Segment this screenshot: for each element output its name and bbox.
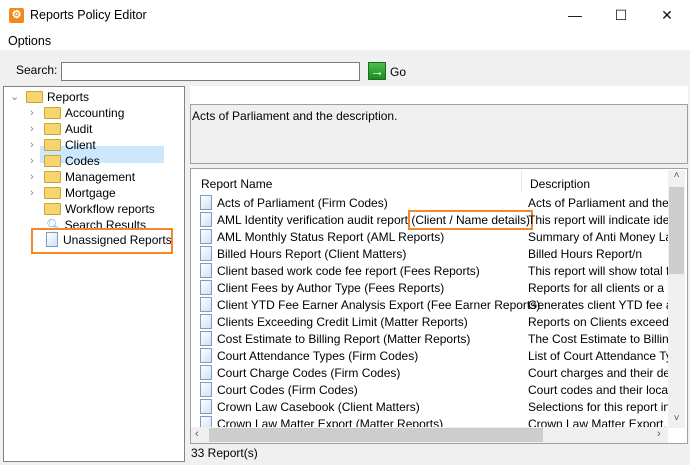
row-description: Generates client YTD fee amo	[528, 298, 669, 312]
chevron-right-icon[interactable]: ›	[30, 121, 34, 137]
document-icon	[200, 399, 212, 414]
highlight-box	[31, 228, 173, 254]
tree-node[interactable]: › Management	[30, 169, 135, 185]
table-row[interactable]: AML Identity verification audit report (…	[191, 210, 671, 230]
document-icon	[200, 246, 212, 261]
document-icon	[200, 229, 212, 244]
status-bar: 33 Report(s)	[191, 446, 258, 460]
document-icon	[200, 382, 212, 397]
description-text: Acts of Parliament and the description.	[192, 109, 398, 123]
column-header-report-name[interactable]: Report Name	[201, 177, 272, 191]
table-row[interactable]: Court Charge Codes (Firm Codes) Court cha…	[191, 365, 671, 382]
tree-node[interactable]: Workflow reports	[30, 201, 155, 217]
document-icon	[200, 280, 212, 295]
vertical-scroll-thumb[interactable]	[669, 187, 684, 274]
row-description: Court codes and their locatior	[528, 383, 669, 397]
document-icon	[200, 331, 212, 346]
row-description: Selections for this report inclu	[528, 400, 669, 414]
go-button[interactable]: Go	[390, 65, 406, 79]
report-list[interactable]: Report Name Description Acts of Parliame…	[190, 168, 688, 444]
search-input[interactable]	[61, 62, 360, 81]
minimize-button[interactable]: —	[552, 0, 598, 30]
document-icon	[200, 314, 212, 329]
menu-options[interactable]: Options	[8, 34, 51, 48]
tree-node[interactable]: › Mortgage	[30, 185, 116, 201]
folder-icon	[44, 123, 61, 135]
document-icon	[200, 365, 212, 380]
row-description: Summary of Anti Money Laun	[528, 230, 669, 244]
description-panel: Acts of Parliament and the description.	[190, 104, 688, 164]
document-icon	[200, 263, 212, 278]
chevron-down-icon[interactable]: ⌄	[10, 89, 19, 105]
table-row[interactable]: Client YTD Fee Earner Analysis Export (F…	[191, 297, 671, 314]
tree-node[interactable]: › Accounting	[30, 105, 124, 121]
folder-icon	[44, 139, 61, 151]
table-row[interactable]: Cost Estimate to Billing Report (Matter …	[191, 331, 671, 348]
table-row[interactable]: Court Codes (Firm Codes) Court codes and …	[191, 382, 671, 399]
table-row[interactable]: AML Monthly Status Report (AML Reports) S…	[191, 229, 671, 246]
row-description: Reports for all clients or a sele	[528, 281, 669, 295]
row-description: Billed Hours Report/n	[528, 247, 643, 261]
description-header	[190, 86, 688, 104]
table-row[interactable]: Crown Law Casebook (Client Matters) Selec…	[191, 399, 671, 416]
report-category: (Client / Name details)	[408, 210, 534, 230]
tree-node[interactable]: › Audit	[30, 121, 92, 137]
table-row[interactable]: Court Attendance Types (Firm Codes) List …	[191, 348, 671, 365]
menu-bar	[0, 30, 690, 50]
folder-icon	[26, 91, 43, 103]
document-icon	[200, 297, 212, 312]
document-icon	[200, 212, 212, 227]
vertical-scrollbar[interactable]: ˄ ˅	[668, 170, 685, 428]
scroll-left-icon[interactable]: ‹	[195, 428, 199, 440]
folder-icon	[44, 187, 61, 199]
window-title: Reports Policy Editor	[30, 8, 147, 22]
tree-node-reports[interactable]: ⌄ Reports	[10, 89, 89, 105]
magnifier-icon: 🔍︎	[46, 218, 62, 228]
chevron-right-icon[interactable]: ›	[30, 185, 34, 201]
chevron-right-icon[interactable]: ›	[30, 169, 34, 185]
search-label: Search:	[16, 63, 58, 77]
close-button[interactable]: ✕	[644, 0, 690, 30]
scroll-up-icon[interactable]: ˄	[668, 170, 685, 181]
horizontal-scroll-thumb[interactable]	[209, 428, 543, 442]
tree-node[interactable]: › Client	[30, 137, 96, 153]
tree-node[interactable]: › Codes	[30, 153, 100, 169]
row-description: The Cost Estimate to Billing Re	[528, 332, 669, 346]
row-description: Court charges and their descr	[528, 366, 669, 380]
scroll-right-icon[interactable]: ›	[657, 428, 661, 440]
row-description: This report will show total fee	[528, 264, 669, 278]
row-description: List of Court Attendance Type	[528, 349, 669, 363]
folder-icon	[44, 107, 61, 119]
table-row[interactable]: Client based work code fee report (Fees …	[191, 263, 671, 280]
row-description: Reports on Clients exceeding	[528, 315, 669, 329]
row-description: Acts of Parliament and the de	[528, 196, 669, 210]
table-row[interactable]: Acts of Parliament (Firm Codes) Acts of P…	[191, 195, 671, 212]
horizontal-scrollbar[interactable]: ‹ ›	[191, 427, 668, 443]
table-row[interactable]: Client Fees by Author Type (Fees Reports…	[191, 280, 671, 297]
tree-node-search-results[interactable]: 🔍︎ Search Results	[44, 217, 146, 228]
folder-icon	[44, 155, 61, 167]
table-row[interactable]: Billed Hours Report (Client Matters) Bill…	[191, 246, 671, 263]
scroll-down-icon[interactable]: ˅	[668, 413, 685, 424]
chevron-right-icon[interactable]: ›	[30, 105, 34, 121]
document-icon	[200, 195, 212, 210]
go-arrow-icon[interactable]: →	[368, 62, 386, 80]
document-icon	[200, 348, 212, 363]
row-description: This report will indicate identit	[528, 213, 669, 227]
maximize-button[interactable]: ☐	[598, 0, 644, 30]
chevron-right-icon[interactable]: ›	[30, 153, 34, 169]
app-icon: ⚙	[9, 8, 24, 23]
column-header-description[interactable]: Description	[530, 177, 590, 191]
folder-icon	[44, 203, 61, 215]
table-row[interactable]: Clients Exceeding Credit Limit (Matter R…	[191, 314, 671, 331]
chevron-right-icon[interactable]: ›	[30, 137, 34, 153]
folder-icon	[44, 171, 61, 183]
